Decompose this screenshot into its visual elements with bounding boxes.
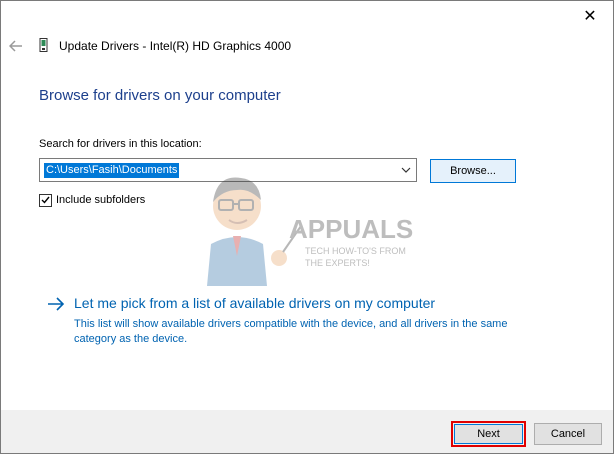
back-button[interactable] <box>7 37 25 55</box>
include-subfolders-checkbox[interactable] <box>39 193 52 207</box>
pick-from-list-title[interactable]: Let me pick from a list of available dri… <box>74 295 435 311</box>
browse-button[interactable]: Browse... <box>430 159 516 183</box>
dialog-header: Update Drivers - Intel(R) HD Graphics 40… <box>1 31 613 61</box>
title-bar: ✕ <box>1 1 613 31</box>
back-arrow-icon <box>9 40 22 52</box>
include-subfolders-label: Include subfolders <box>56 194 146 206</box>
close-button[interactable]: ✕ <box>567 1 613 31</box>
search-location-value[interactable]: C:\Users\Fasih\Documents <box>44 163 180 178</box>
checkmark-icon <box>41 196 50 204</box>
watermark-brand: APPUALS <box>289 214 413 244</box>
watermark-tagline-2: THE EXPERTS! <box>305 258 370 268</box>
watermark-tagline-1: TECH HOW-TO'S FROM <box>305 246 406 256</box>
pick-from-list-description: This list will show available drivers co… <box>74 318 508 345</box>
appuals-watermark-logo: APPUALS TECH HOW-TO'S FROM THE EXPERTS! <box>207 177 413 286</box>
dialog-title: Update Drivers - Intel(R) HD Graphics 40… <box>59 39 292 53</box>
search-location-label: Search for drivers in this location: <box>39 138 202 150</box>
pick-from-list-link[interactable]: Let me pick from a list of available dri… <box>46 293 566 345</box>
include-subfolders-option[interactable]: Include subfolders <box>39 193 145 207</box>
next-button[interactable]: Next <box>454 424 523 444</box>
next-button-highlight: Next <box>451 421 526 447</box>
dialog-footer: Next Cancel <box>1 410 613 453</box>
update-drivers-window: ✕ Update Drivers - Intel(R) HD Graphics … <box>0 0 614 454</box>
page-heading: Browse for drivers on your computer <box>39 87 281 104</box>
arrow-right-icon <box>48 297 65 311</box>
close-icon: ✕ <box>583 8 597 25</box>
graphics-card-icon <box>39 38 48 52</box>
cancel-button[interactable]: Cancel <box>534 423 602 445</box>
